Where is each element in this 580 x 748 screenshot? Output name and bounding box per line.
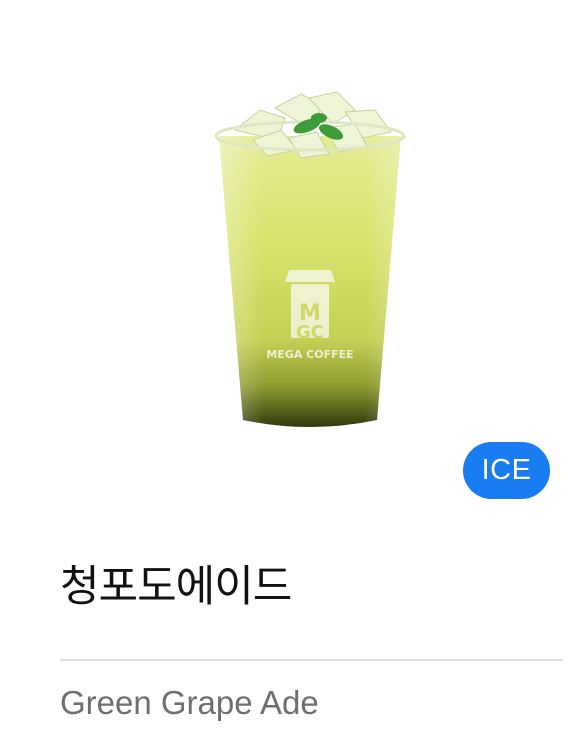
divider bbox=[60, 659, 563, 661]
logo-text: MEGA COFFEE bbox=[266, 348, 353, 361]
product-name-english: Green Grape Ade bbox=[60, 684, 319, 721]
drink-image: M GC MEGA COFFEE bbox=[205, 88, 415, 438]
drink-icon: M GC MEGA COFFEE bbox=[214, 91, 406, 427]
svg-text:GC: GC bbox=[296, 322, 324, 343]
product-name-korean: 청포도에이드 bbox=[60, 562, 292, 612]
ice-badge: ICE bbox=[463, 442, 550, 499]
